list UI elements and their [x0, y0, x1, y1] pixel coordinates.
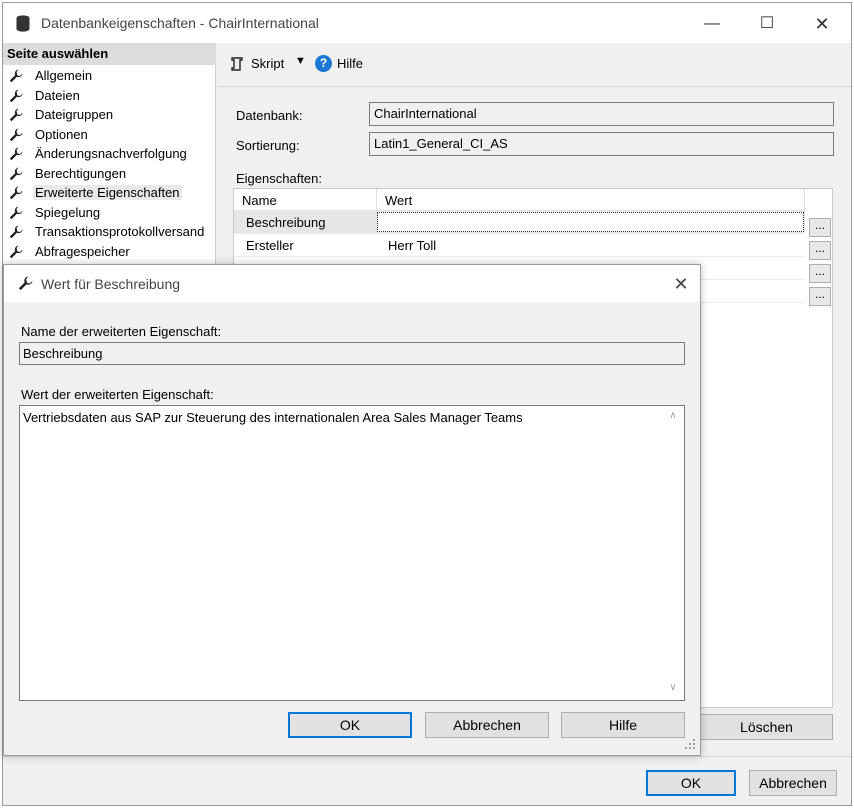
resize-grip-icon[interactable] [684, 738, 696, 750]
ok-button[interactable]: OK [646, 770, 736, 796]
sidebar-item-label: Allgemein [35, 68, 93, 83]
wrench-icon [9, 186, 23, 200]
delete-button[interactable]: Löschen [700, 714, 833, 740]
help-button[interactable]: Hilfe [337, 56, 363, 71]
toolbar: Skript ▼ ? Hilfe [217, 43, 851, 87]
script-icon[interactable] [229, 56, 245, 72]
sidebar-item-label: Dateien [35, 87, 80, 103]
dialog-title: Wert für Beschreibung [41, 276, 181, 292]
sidebar-item-label: Dateigruppen [35, 107, 114, 122]
property-name-field[interactable]: Beschreibung [19, 342, 685, 365]
property-value-cell[interactable] [377, 212, 804, 232]
wrench-icon [9, 69, 23, 83]
database-label: Datenbank: [236, 108, 303, 123]
wrench-icon [9, 108, 23, 122]
sidebar-item-label: Transaktionsprotokollversand [35, 224, 205, 239]
ellipsis-button[interactable]: ... [809, 264, 831, 283]
table-row[interactable]: Ersteller Herr Toll [234, 234, 805, 257]
wrench-icon [18, 276, 33, 291]
sidebar-item-label: Änderungsnachverfolgung [35, 146, 187, 161]
main-titlebar[interactable]: Datenbankeigenschaften - ChairInternatio… [3, 3, 851, 43]
property-name-label: Name der erweiterten Eigenschaft: [21, 324, 222, 339]
window-title: Datenbankeigenschaften - ChairInternatio… [41, 15, 319, 31]
ellipsis-button[interactable]: ... [809, 287, 831, 306]
properties-label: Eigenschaften: [236, 171, 323, 186]
property-value-label: Wert der erweiterten Eigenschaft: [21, 387, 214, 402]
wrench-icon [9, 147, 23, 161]
ellipsis-button[interactable]: ... [809, 241, 831, 260]
wrench-icon [9, 245, 23, 259]
edit-value-dialog: Wert für Beschreibung ✕ Name der erweite… [3, 264, 701, 756]
minimize-button[interactable]: — [689, 10, 735, 38]
wrench-icon [9, 225, 23, 239]
sidebar-item-label: Abfragespeicher [35, 243, 130, 259]
script-dropdown-arrow-icon[interactable]: ▼ [295, 55, 306, 67]
help-icon[interactable]: ? [315, 55, 332, 72]
collation-field[interactable]: Latin1_General_CI_AS [369, 132, 834, 156]
sidebar-item-label: Optionen [35, 126, 88, 142]
dialog-ok-button[interactable]: OK [288, 712, 412, 738]
property-value-text: Vertriebsdaten aus SAP zur Steuerung des… [23, 410, 523, 425]
collation-label: Sortierung: [236, 138, 300, 153]
wrench-icon [9, 128, 23, 142]
wrench-icon [9, 206, 23, 220]
dialog-titlebar[interactable]: Wert für Beschreibung ✕ [4, 265, 700, 302]
column-header-name[interactable]: Name [234, 189, 377, 211]
scroll-up-icon[interactable]: ∧ [665, 410, 681, 424]
sidebar-item-label: Spiegelung [35, 204, 101, 220]
dialog-cancel-button[interactable]: Abbrechen [425, 712, 549, 738]
database-field[interactable]: ChairInternational [369, 102, 834, 126]
main-button-bar: OK Abbrechen [3, 756, 851, 805]
column-header-value[interactable]: Wert [377, 189, 805, 211]
wrench-icon [9, 167, 23, 181]
dialog-body: Name der erweiterten Eigenschaft: Beschr… [4, 302, 700, 755]
sidebar-item-label: Berechtigungen [35, 165, 127, 181]
dialog-help-button[interactable]: Hilfe [561, 712, 685, 738]
maximize-button[interactable]: ☐ [744, 10, 790, 38]
script-button[interactable]: Skript [251, 56, 284, 71]
wrench-icon [9, 89, 23, 103]
property-name: Beschreibung [246, 215, 326, 230]
ellipsis-button[interactable]: ... [809, 218, 831, 237]
page-select-header: Seite auswählen [3, 43, 216, 65]
property-name: Ersteller [246, 238, 294, 253]
sidebar-item-label: Erweiterte Eigenschaften [33, 185, 182, 200]
scroll-down-icon[interactable]: ∨ [665, 682, 681, 696]
cancel-button[interactable]: Abbrechen [749, 770, 837, 796]
close-button[interactable]: ✕ [799, 10, 845, 38]
database-icon [16, 15, 30, 32]
dialog-close-button[interactable]: ✕ [666, 270, 696, 298]
page-select-pane: Seite auswählen Allgemein Dateien Dateigru… [3, 43, 216, 287]
property-value: Herr Toll [388, 238, 437, 253]
table-row[interactable]: Beschreibung [234, 211, 805, 234]
property-value-textarea[interactable]: Vertriebsdaten aus SAP zur Steuerung des… [19, 405, 685, 701]
